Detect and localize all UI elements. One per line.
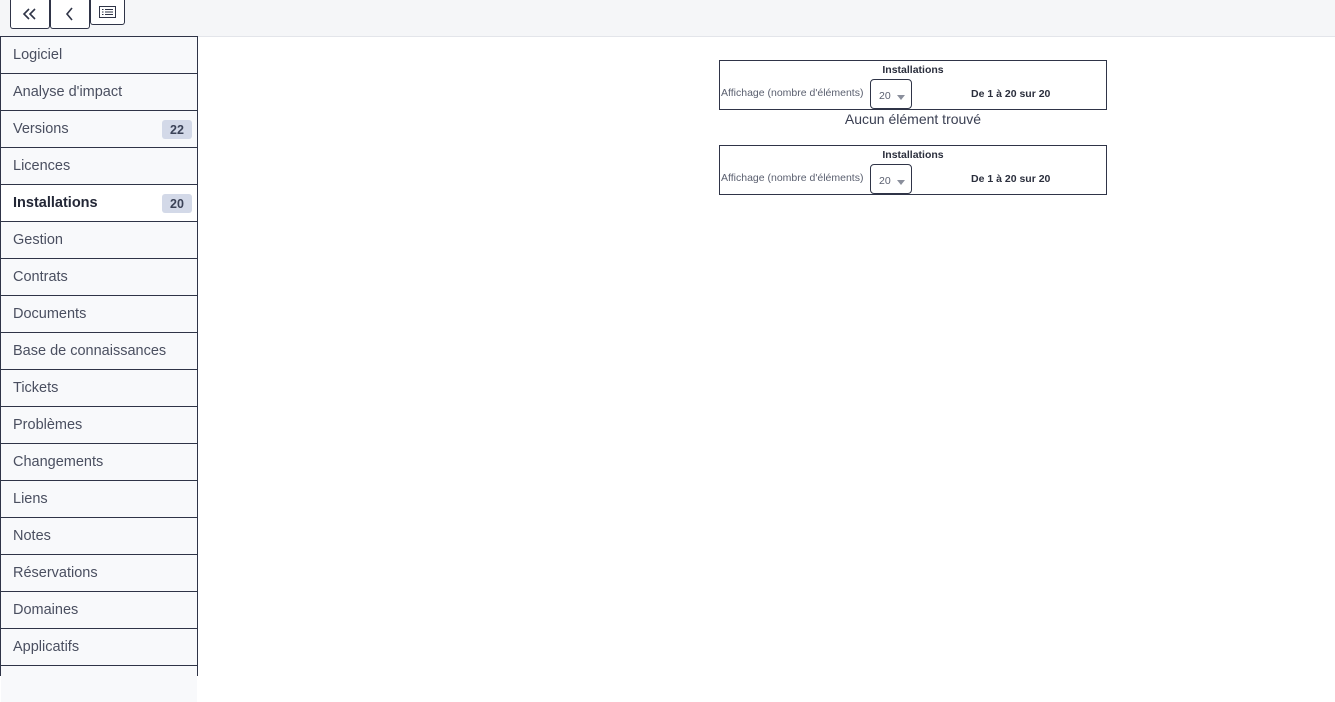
tab-installations[interactable]: Installations 20 xyxy=(1,184,197,221)
list-view-button[interactable] xyxy=(90,0,125,25)
tab-gestion[interactable]: Gestion xyxy=(1,221,197,258)
tab-count-badge: 22 xyxy=(162,120,192,139)
tab-label: Logiciel xyxy=(13,47,63,63)
tab-documents[interactable]: Documents xyxy=(1,295,197,332)
tab-count-badge: 20 xyxy=(162,194,192,213)
tab-tickets[interactable]: Tickets xyxy=(1,369,197,406)
page-size-label: Affichage (nombre d'éléments) xyxy=(721,172,864,184)
tab-problemes[interactable]: Problèmes xyxy=(1,406,197,443)
pager-range: De 1 à 20 sur 20 xyxy=(971,88,1051,100)
tab-domaines[interactable]: Domaines xyxy=(1,591,197,628)
tab-label: Analyse d'impact xyxy=(13,84,123,100)
tab-applicatifs[interactable]: Applicatifs xyxy=(1,628,197,665)
tab-liens[interactable]: Liens xyxy=(1,480,197,517)
pager-title: Installations xyxy=(882,64,944,76)
tab-label: Installations xyxy=(13,195,98,211)
pager-title: Installations xyxy=(882,149,944,161)
tab-logiciel[interactable]: Logiciel xyxy=(1,36,197,73)
tab-label: Tickets xyxy=(13,380,59,396)
tab-base-de-connaissances[interactable]: Base de connaissances xyxy=(1,332,197,369)
chevron-left-icon xyxy=(65,7,73,21)
tab-label: Liens xyxy=(13,491,48,507)
tab-analyse-d-impact[interactable]: Analyse d'impact xyxy=(1,73,197,110)
tab-label: Domaines xyxy=(13,602,79,618)
tab-label: Problèmes xyxy=(13,417,83,433)
pager-bottom: Installations Affichage (nombre d'élémen… xyxy=(719,145,1107,195)
page-size-value: 20 xyxy=(879,90,891,102)
top-toolbar xyxy=(0,0,1335,37)
tab-sidebar: Logiciel Analyse d'impact Versions 22 Licenc… xyxy=(0,36,198,702)
tab-changements[interactable]: Changements xyxy=(1,443,197,480)
first-item-button[interactable] xyxy=(10,0,50,29)
pager-top: Installations Affichage (nombre d'élémen… xyxy=(719,60,1107,110)
tab-label: Documents xyxy=(13,306,87,322)
tab-label: Gestion xyxy=(13,232,63,248)
pager-range: De 1 à 20 sur 20 xyxy=(971,173,1051,185)
tab-empty[interactable] xyxy=(1,665,197,702)
previous-item-button[interactable] xyxy=(50,0,90,29)
tab-label: Base de connaissances xyxy=(13,343,167,359)
page-size-label: Affichage (nombre d'éléments) xyxy=(721,87,864,99)
list-view-icon xyxy=(99,6,116,18)
double-chevron-left-icon xyxy=(22,8,36,20)
tab-label: Licences xyxy=(13,158,71,174)
empty-message: Aucun élément trouvé xyxy=(844,111,982,127)
tab-contrats[interactable]: Contrats xyxy=(1,258,197,295)
caret-down-icon xyxy=(897,95,905,100)
tab-reservations[interactable]: Réservations xyxy=(1,554,197,591)
tab-label: Contrats xyxy=(13,269,68,285)
tab-licences[interactable]: Licences xyxy=(1,147,197,184)
tab-label: Applicatifs xyxy=(13,639,80,655)
tab-label: Réservations xyxy=(13,565,98,581)
tab-versions[interactable]: Versions 22 xyxy=(1,110,197,147)
tab-label: Versions xyxy=(13,121,69,137)
page-size-select[interactable]: 20 xyxy=(870,79,912,109)
tab-label: Notes xyxy=(13,528,51,544)
page-size-select[interactable]: 20 xyxy=(870,164,912,194)
tab-notes[interactable]: Notes xyxy=(1,517,197,554)
tab-label: Changements xyxy=(13,454,104,470)
page-size-value: 20 xyxy=(879,175,891,187)
caret-down-icon xyxy=(897,180,905,185)
